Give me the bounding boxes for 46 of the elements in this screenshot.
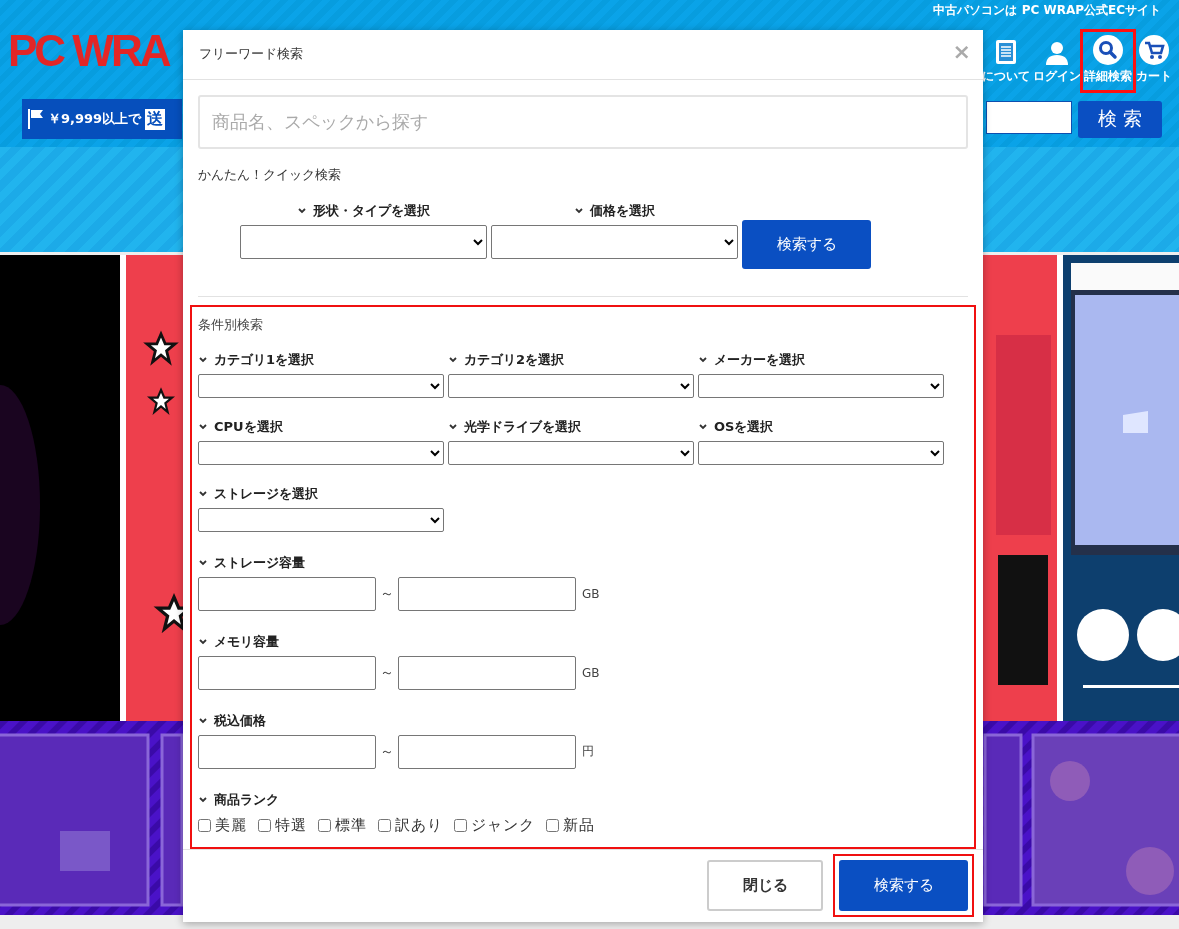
input-field[interactable] bbox=[398, 734, 576, 769]
promo-text: ￥9,999以上で bbox=[48, 110, 142, 128]
section-title: かんたん！クイック検索 bbox=[198, 165, 342, 184]
search-button[interactable]: 検 索 bbox=[1078, 100, 1162, 138]
checkbox-label: 美麗 bbox=[215, 815, 247, 835]
checkbox-label: ジャンク bbox=[471, 815, 535, 835]
search-icon bbox=[1093, 35, 1123, 65]
input-field[interactable] bbox=[198, 734, 376, 769]
checkbox-label: 標準 bbox=[335, 815, 367, 835]
nav-link[interactable]: カート bbox=[1135, 33, 1173, 89]
field-label: 形状・タイプを選択 bbox=[313, 201, 430, 220]
checkbox[interactable] bbox=[546, 818, 559, 832]
chevron-icon bbox=[574, 206, 584, 216]
close-button[interactable]: 閉じる bbox=[707, 860, 823, 912]
person-icon bbox=[1045, 41, 1069, 65]
range-separator: ～ bbox=[380, 742, 394, 761]
promo-badge: 送 bbox=[145, 108, 166, 130]
checkbox-label: 新品 bbox=[563, 815, 595, 835]
site-tagline: 中古パソコンは PC WRAP公式ECサイト bbox=[933, 2, 1161, 19]
checkbox[interactable] bbox=[454, 818, 467, 832]
checkbox[interactable] bbox=[318, 818, 331, 832]
close-button[interactable]: × bbox=[952, 38, 971, 64]
checkbox[interactable] bbox=[258, 818, 271, 832]
search-button[interactable]: 検索する bbox=[742, 219, 871, 269]
search-button[interactable]: 検索する bbox=[839, 860, 968, 912]
unit-label: 円 bbox=[582, 743, 594, 761]
checkbox[interactable] bbox=[198, 818, 211, 832]
field-label: 商品ランク bbox=[214, 790, 279, 809]
checkbox[interactable] bbox=[378, 818, 391, 832]
checkbox-label: 特選 bbox=[275, 815, 307, 835]
checkbox-label: 訳あり bbox=[395, 815, 443, 835]
nav-link[interactable]: について bbox=[982, 33, 1030, 89]
chevron-icon bbox=[198, 795, 208, 805]
dropdown-field[interactable] bbox=[240, 224, 487, 259]
chevron-icon bbox=[297, 206, 307, 216]
field-label: 価格を選択 bbox=[590, 201, 655, 220]
document-icon bbox=[994, 39, 1018, 65]
flag-icon bbox=[27, 108, 44, 130]
nav-link[interactable]: ログイン bbox=[1033, 33, 1081, 89]
modal-title: フリーワード検索 bbox=[199, 45, 303, 64]
dropdown-field[interactable] bbox=[491, 224, 738, 259]
nav-link[interactable]: 詳細検索 bbox=[1084, 33, 1132, 89]
cart-icon bbox=[1139, 35, 1169, 65]
promo-bar[interactable]: ￥9,999以上で 送 bbox=[22, 99, 182, 139]
site-logo[interactable]: PC WRA bbox=[8, 30, 169, 72]
search-field[interactable] bbox=[986, 100, 1072, 134]
